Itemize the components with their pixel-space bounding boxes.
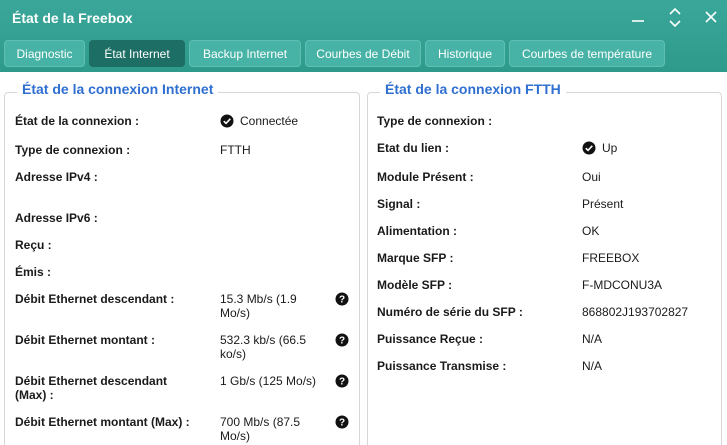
minimize-button[interactable]: [631, 6, 645, 26]
help-icon[interactable]: ?: [335, 374, 349, 388]
ftth-value-marque: FREEBOX: [582, 251, 640, 265]
close-button[interactable]: [704, 8, 718, 28]
internet-value-debit-mont-max-l2: Mo/s): [220, 429, 250, 443]
help-icon[interactable]: ?: [335, 292, 349, 306]
internet-value-debit-mont-l1: 532.3 kb/s (66.5: [220, 333, 307, 347]
minimize-icon: [632, 20, 644, 22]
help-icon[interactable]: ?: [335, 333, 349, 347]
internet-label-debit-desc-max-l2: (Max) :: [15, 388, 54, 402]
ftth-label-etat-lien: Etat du lien :: [377, 141, 449, 155]
internet-label-etat: État de la connexion :: [15, 114, 140, 128]
tab-backup-internet[interactable]: Backup Internet: [189, 40, 301, 67]
internet-label-ipv6: Adresse IPv6 :: [15, 211, 98, 225]
ftth-value-alimentation: OK: [582, 224, 600, 238]
ftth-value-serie: 868802J193702827: [582, 305, 689, 319]
check-circle-icon: [220, 114, 234, 128]
tab-courbes-temperature[interactable]: Courbes de température: [509, 40, 665, 67]
tab-courbes-debit[interactable]: Courbes de Débit: [305, 40, 421, 67]
internet-value-debit-desc-l2: Mo/s): [220, 306, 250, 320]
internet-label-recu: Reçu :: [15, 238, 52, 252]
ftth-label-signal: Signal :: [377, 197, 421, 211]
ftth-value-modele: F-MDCONU3A: [582, 278, 662, 292]
internet-value-debit-desc-max: 1 Gb/s (125 Mo/s): [220, 374, 317, 388]
internet-value-debit-desc-l1: 15.3 Mb/s (1.9: [220, 292, 297, 306]
tab-historique[interactable]: Historique: [425, 40, 505, 67]
svg-text:?: ?: [339, 336, 345, 347]
ftth-value-etat-lien: Up: [602, 141, 618, 155]
internet-label-emis: Émis :: [15, 265, 52, 279]
internet-label-debit-desc-max-l1: Débit Ethernet descendant: [15, 374, 168, 388]
internet-value-type: FTTH: [220, 143, 251, 157]
help-icon[interactable]: ?: [335, 415, 349, 429]
internet-label-type: Type de connexion :: [15, 143, 131, 157]
svg-text:?: ?: [339, 418, 345, 429]
ftth-label-module: Module Présent :: [377, 170, 474, 184]
ftth-panel-title: État de la connexion FTTH: [380, 81, 566, 97]
internet-value-debit-mont-l2: ko/s): [220, 347, 247, 361]
internet-label-ipv4: Adresse IPv4 :: [15, 170, 98, 184]
close-icon: [705, 11, 717, 23]
ftth-label-modele: Modèle SFP :: [377, 278, 453, 292]
ftth-label-puissance-recue: Puissance Reçue :: [377, 332, 484, 346]
expand-collapse-icon: [669, 8, 681, 28]
internet-label-debit-desc: Débit Ethernet descendant :: [15, 292, 175, 306]
ftth-label-serie: Numéro de série du SFP :: [377, 305, 523, 319]
svg-text:?: ?: [339, 295, 345, 306]
ftth-label-alimentation: Alimentation :: [377, 224, 457, 238]
internet-value-debit-mont-max-l1: 700 Mb/s (87.5: [220, 415, 301, 429]
ftth-value-signal: Présent: [582, 197, 624, 211]
tab-etat-internet[interactable]: État Internet: [89, 40, 185, 67]
internet-value-etat: Connectée: [240, 114, 299, 128]
svg-text:?: ?: [339, 377, 345, 388]
internet-label-debit-mont-max: Débit Ethernet montant (Max) :: [15, 415, 190, 429]
tab-diagnostic[interactable]: Diagnostic: [4, 40, 85, 67]
ftth-value-puissance-transmise: N/A: [582, 359, 603, 373]
internet-panel-title: État de la connexion Internet: [17, 81, 219, 97]
check-circle-icon: [582, 141, 596, 155]
ftth-label-marque: Marque SFP :: [377, 251, 454, 265]
maximize-button[interactable]: [668, 8, 682, 28]
ftth-label-puissance-transmise: Puissance Transmise :: [377, 359, 507, 373]
ftth-label-type: Type de connexion :: [377, 114, 493, 128]
window-title: État de la Freebox: [12, 10, 133, 26]
internet-label-debit-mont: Débit Ethernet montant :: [15, 333, 155, 347]
ftth-value-puissance-recue: N/A: [582, 332, 603, 346]
ftth-value-module: Oui: [582, 170, 601, 184]
